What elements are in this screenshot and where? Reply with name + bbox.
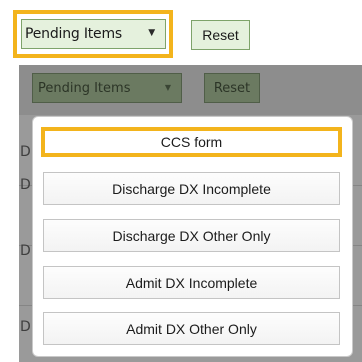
dimmed-toolbar: Pending Items ▼ Reset: [19, 65, 362, 115]
menu-item-discharge-dx-incomplete[interactable]: Discharge DX Incomplete: [43, 172, 340, 205]
reset-button[interactable]: Reset: [191, 20, 250, 50]
screen: Pending Items ▼ Reset D D D D Pending It…: [0, 0, 362, 362]
chevron-down-icon: ▼: [148, 28, 155, 38]
filter-dropdown[interactable]: Pending Items ▼: [21, 19, 166, 49]
filter-options-menu: CCS form Discharge DX Incomplete Dischar…: [33, 117, 352, 356]
dimmed-filter-value: Pending Items: [38, 80, 131, 96]
dimmed-chevron-down-icon: ▼: [164, 83, 171, 92]
menu-item-discharge-dx-other-only[interactable]: Discharge DX Other Only: [43, 219, 340, 252]
dimmed-row-text: D: [20, 144, 31, 160]
menu-item-admit-dx-incomplete[interactable]: Admit DX Incomplete: [43, 266, 340, 299]
filter-dropdown-highlight: Pending Items ▼: [13, 10, 173, 58]
dimmed-reset-button: Reset: [204, 73, 260, 103]
filter-dropdown-value: Pending Items: [25, 26, 122, 42]
dimmed-filter-dropdown: Pending Items ▼: [32, 73, 182, 103]
dimmed-row-text: D: [20, 319, 31, 335]
menu-item-ccs-form[interactable]: CCS form: [41, 127, 342, 157]
dimmed-row-text: D: [20, 177, 31, 193]
menu-item-admit-dx-other-only[interactable]: Admit DX Other Only: [43, 312, 340, 345]
dimmed-row-text: D: [20, 243, 31, 259]
